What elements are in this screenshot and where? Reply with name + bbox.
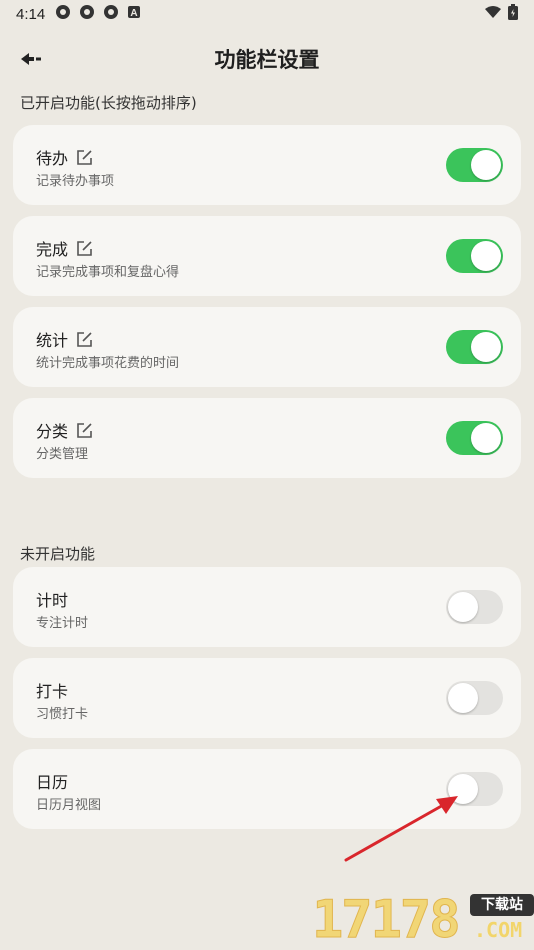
watermark-suffix: .COM: [474, 918, 523, 942]
svg-text:A: A: [131, 8, 138, 19]
battery-icon: [508, 4, 518, 24]
notification-icon: [103, 4, 119, 24]
toggle-knob: [471, 332, 501, 362]
annotation-arrow: [340, 790, 470, 874]
notification-icon: [79, 4, 95, 24]
feature-name: 打卡: [36, 678, 68, 702]
feature-toggle[interactable]: [446, 239, 503, 273]
toggle-knob: [471, 150, 501, 180]
feature-card-category[interactable]: 分类 分类管理: [13, 398, 521, 478]
disabled-section-title: 未开启功能: [20, 545, 96, 563]
feature-toggle[interactable]: [446, 590, 503, 624]
watermark-logo: 17178 下载站 .COM: [310, 888, 534, 950]
wifi-icon: [484, 5, 502, 23]
feature-card-timer[interactable]: 计时 专注计时: [13, 567, 521, 647]
feature-name: 完成: [36, 236, 93, 260]
feature-name: 分类: [36, 418, 93, 442]
feature-desc: 统计完成事项花费的时间: [36, 356, 180, 371]
feature-desc: 日历月视图: [36, 798, 102, 813]
toggle-knob: [448, 592, 478, 622]
feature-card-done[interactable]: 完成 记录完成事项和复盘心得: [13, 216, 521, 296]
feature-name-text: 日历: [36, 773, 69, 792]
feature-name: 待办: [36, 145, 93, 169]
feature-name-text: 完成: [36, 240, 69, 259]
feature-card-stats[interactable]: 统计 统计完成事项花费的时间: [13, 307, 521, 387]
watermark-number: 17178: [312, 890, 462, 950]
page-title: 功能栏设置: [214, 48, 320, 72]
feature-name: 计时: [36, 587, 68, 611]
edit-icon[interactable]: [76, 422, 93, 439]
toggle-knob: [448, 683, 478, 713]
feature-desc: 记录完成事项和复盘心得: [36, 265, 180, 280]
feature-toggle[interactable]: [446, 681, 503, 715]
feature-desc: 记录待办事项: [36, 174, 115, 189]
notification-icon: [55, 4, 71, 24]
feature-name-text: 统计: [36, 331, 69, 350]
toggle-knob: [471, 241, 501, 271]
status-bar: 4:14 A: [0, 0, 534, 28]
feature-toggle[interactable]: [446, 330, 503, 364]
feature-desc: 专注计时: [36, 616, 89, 631]
feature-card-todo[interactable]: 待办 记录待办事项: [13, 125, 521, 205]
edit-icon[interactable]: [76, 149, 93, 166]
a-icon: A: [127, 5, 141, 23]
feature-name-text: 待办: [36, 149, 69, 168]
feature-name: 统计: [36, 327, 93, 351]
header: 功能栏设置: [0, 40, 534, 80]
edit-icon[interactable]: [76, 331, 93, 348]
status-time: 4:14: [16, 5, 46, 23]
feature-name-text: 计时: [36, 591, 69, 610]
feature-desc: 分类管理: [36, 447, 89, 462]
feature-card-checkin[interactable]: 打卡 习惯打卡: [13, 658, 521, 738]
feature-name-text: 打卡: [36, 682, 69, 701]
feature-toggle[interactable]: [446, 421, 503, 455]
enabled-section-title: 已开启功能(长按拖动排序): [20, 94, 197, 112]
feature-toggle[interactable]: [446, 148, 503, 182]
watermark-badge: 下载站: [470, 894, 534, 916]
edit-icon[interactable]: [76, 240, 93, 257]
toggle-knob: [471, 423, 501, 453]
feature-name: 日历: [36, 769, 68, 793]
feature-desc: 习惯打卡: [36, 707, 89, 722]
feature-name-text: 分类: [36, 422, 69, 441]
